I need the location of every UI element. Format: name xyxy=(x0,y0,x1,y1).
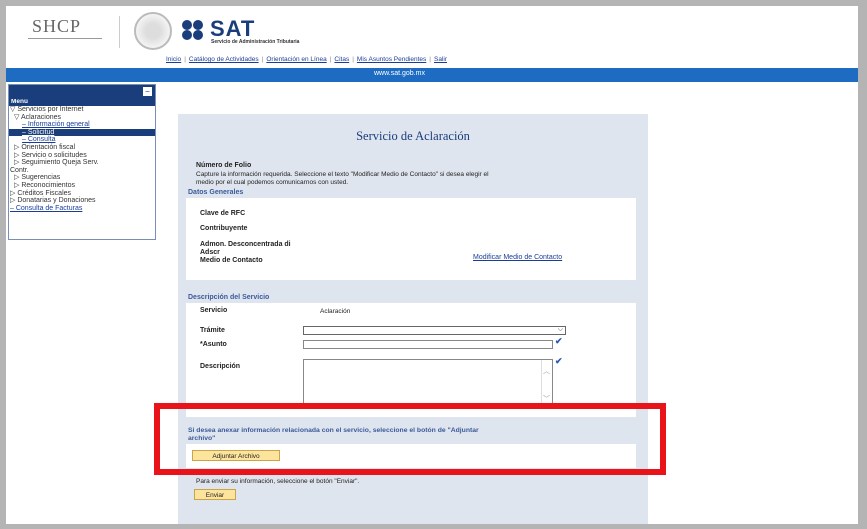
menu-item-solicitud[interactable]: – Solicitud xyxy=(9,128,155,137)
url-bar: www.sat.gob.mx xyxy=(6,68,858,82)
nav-link-pendientes[interactable]: Mis Asuntos Pendientes xyxy=(357,56,426,63)
rfc-label: Clave de RFC xyxy=(200,210,246,217)
admon-label: Admon. Desconcentrada di xyxy=(200,241,291,248)
enviar-instructions: Para enviar su información, seleccione e… xyxy=(196,478,360,485)
instructions-line-1: Capture la información requerida. Selecc… xyxy=(196,171,489,178)
menu-collapse-button[interactable]: − xyxy=(143,87,152,96)
shcp-logo-subtext xyxy=(36,41,96,47)
folio-label: Número de Folio xyxy=(196,162,252,169)
contribuyente-label: Contribuyente xyxy=(200,225,248,232)
menu-item-sugerencias[interactable]: ▷ Sugerencias xyxy=(9,174,155,182)
top-navigation: Inicio | Catálogo de Actividades | Orientaci… xyxy=(166,56,447,63)
menu-item-consulta[interactable]: – Consulta xyxy=(9,136,155,144)
descripcion-textarea[interactable]: ︿ ﹀ xyxy=(303,359,553,407)
shcp-logo-underline xyxy=(28,38,102,39)
chevron-down-icon: ⌵ xyxy=(557,326,563,333)
menu-header: − xyxy=(9,85,155,99)
enviar-button[interactable]: Enviar xyxy=(194,489,236,500)
descripcion-servicio-title: Descripción del Servicio xyxy=(188,294,270,301)
highlight-annotation-box xyxy=(154,403,666,475)
nav-link-salir[interactable]: Salir xyxy=(434,56,447,63)
servicio-value: Aclaración xyxy=(320,308,351,315)
menu-item-informacion-general[interactable]: – Información general xyxy=(9,121,155,129)
datos-generales-panel: Clave de RFC Contribuyente Admon. Descon… xyxy=(186,198,636,280)
sat-logo-icon xyxy=(182,20,208,40)
asunto-label: *Asunto xyxy=(200,341,227,348)
datos-generales-title: Datos Generales xyxy=(188,189,244,196)
spellcheck-icon[interactable]: ✔ xyxy=(555,336,563,347)
menu-item-orientacion-fiscal[interactable]: ▷ Orientación fiscal xyxy=(9,144,155,152)
page-title: Servicio de Aclaración xyxy=(356,129,470,143)
nav-separator: | xyxy=(352,56,354,63)
nav-link-catalogo[interactable]: Catálogo de Actividades xyxy=(189,56,259,63)
shcp-logo: SHCP xyxy=(32,16,82,36)
modificar-medio-link[interactable]: Modificar Medio de Contacto xyxy=(473,254,562,261)
national-seal-icon xyxy=(134,12,172,50)
descripcion-label: Descripción xyxy=(200,363,241,370)
scroll-up-icon[interactable]: ︿ xyxy=(543,366,550,376)
menu-item-donatarias[interactable]: ▷ Donatarias y Donaciones xyxy=(9,197,155,205)
header-divider xyxy=(119,16,120,48)
menu-item-seguimiento-queja[interactable]: ▷ Seguimiento Queja Serv. xyxy=(9,159,155,167)
medio-contacto-label: Medio de Contacto xyxy=(200,257,263,264)
menu-item-aclaraciones[interactable]: ▽ Aclaraciones xyxy=(9,114,155,122)
spellcheck-icon[interactable]: ✔ xyxy=(555,356,563,367)
descripcion-servicio-panel: Servicio Aclaración Trámite ⌵ *Asunto ✔ … xyxy=(186,303,636,417)
sat-logo-subtitle: Servicio de Administración Tributaria xyxy=(211,39,300,45)
menu-item-seguimiento-queja-cont[interactable]: Contr. xyxy=(9,167,155,175)
menu-item-servicios-internet[interactable]: ▽ Servicios por Internet xyxy=(9,106,155,114)
admon-label-cont: Adscr xyxy=(200,249,220,256)
textarea-scrollbar[interactable]: ︿ ﹀ xyxy=(541,360,552,406)
nav-link-citas[interactable]: Citas xyxy=(334,56,349,63)
servicio-label: Servicio xyxy=(200,307,228,314)
instructions-line-2: medio por el cual podemos comunicarnos c… xyxy=(196,179,349,186)
site-header: SHCP SAT Servicio de Administración Trib… xyxy=(6,6,858,54)
menu-item-consulta-facturas[interactable]: – Consulta de Facturas xyxy=(9,205,155,213)
nav-separator: | xyxy=(429,56,431,63)
tramite-label: Trámite xyxy=(200,327,225,334)
side-menu: − Menú ▽ Servicios por Internet ▽ Aclara… xyxy=(8,84,156,240)
menu-item-creditos-fiscales[interactable]: ▷ Créditos Fiscales xyxy=(9,190,155,198)
asunto-input[interactable] xyxy=(303,340,553,349)
nav-link-orientacion[interactable]: Orientación en Línea xyxy=(266,56,326,63)
menu-item-servicio-solicitudes[interactable]: ▷ Servicio o solicitudes xyxy=(9,152,155,160)
tramite-select[interactable]: ⌵ xyxy=(303,326,566,335)
nav-link-inicio[interactable]: Inicio xyxy=(166,56,181,63)
nav-separator: | xyxy=(184,56,186,63)
browser-page: SHCP SAT Servicio de Administración Trib… xyxy=(6,6,858,524)
menu-item-reconocimientos[interactable]: ▷ Reconocimientos xyxy=(9,182,155,190)
site-url: www.sat.gob.mx xyxy=(374,70,425,77)
